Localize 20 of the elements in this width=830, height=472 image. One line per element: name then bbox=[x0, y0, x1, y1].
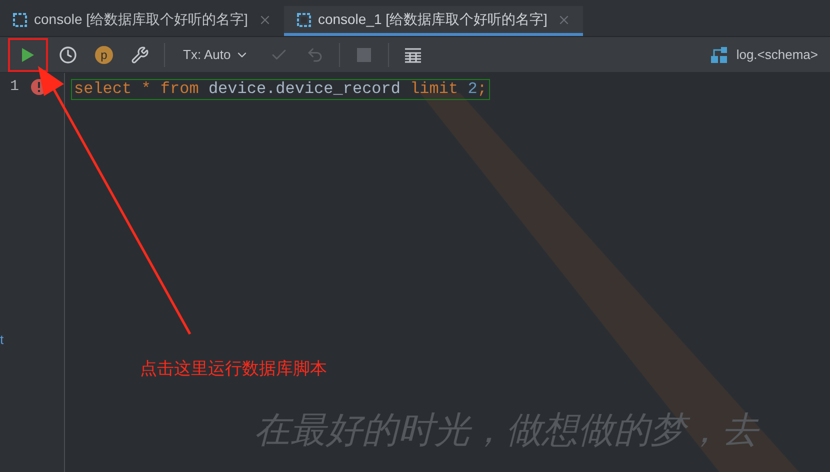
editor-tab[interactable]: console_1 [给数据库取个好听的名字] bbox=[284, 6, 584, 36]
console-icon bbox=[296, 12, 312, 28]
undo-icon bbox=[306, 46, 324, 64]
annotation-text: 点击这里运行数据库脚本 bbox=[140, 358, 327, 380]
tab-label: console [给数据库取个好听的名字] bbox=[34, 10, 248, 29]
tab-label: console_1 [给数据库取个好听的名字] bbox=[318, 10, 548, 29]
transaction-mode-dropdown[interactable]: Tx: Auto bbox=[173, 38, 259, 70]
play-icon bbox=[21, 46, 35, 62]
clock-icon bbox=[59, 46, 77, 64]
sidebar-text: t bbox=[0, 333, 4, 346]
profile-button[interactable]: p bbox=[88, 38, 120, 70]
run-button[interactable] bbox=[8, 38, 48, 72]
table-icon bbox=[404, 46, 422, 62]
stop-icon bbox=[356, 48, 371, 62]
schema-icon bbox=[710, 46, 728, 64]
line-number: 1 bbox=[10, 76, 20, 97]
editor-tab[interactable]: console [给数据库取个好听的名字] bbox=[0, 6, 284, 36]
wrench-icon bbox=[131, 46, 149, 64]
console-icon bbox=[12, 12, 28, 28]
schema-selector[interactable]: log.<schema> bbox=[736, 44, 818, 64]
